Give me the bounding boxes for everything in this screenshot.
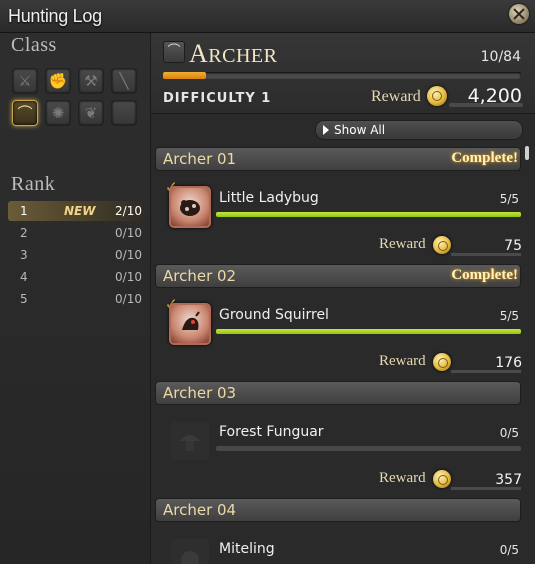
rank-row-2[interactable]: 2 0/10	[8, 223, 144, 243]
play-arrow-icon	[323, 125, 329, 135]
job-initial: A	[189, 39, 209, 68]
rank-number: 1	[20, 204, 28, 218]
thaumaturge-icon[interactable]: ✺	[45, 100, 71, 126]
mob-count: 0/5	[499, 543, 519, 557]
mob-progress-fill	[216, 329, 521, 334]
section-name: Archer 01	[163, 150, 237, 168]
rank-row-4[interactable]: 4 0/10	[8, 267, 144, 287]
empty-slot	[111, 100, 137, 126]
job-rest: RCHER	[208, 45, 278, 67]
seal-coin-icon	[427, 86, 447, 106]
close-button[interactable]	[509, 4, 529, 24]
reward-label: Reward	[379, 353, 426, 369]
seal-coin-icon	[433, 353, 451, 371]
difficulty-label: DIFFICULTY 1	[163, 91, 272, 106]
rank-number: 3	[20, 248, 28, 262]
complete-badge: Complete!	[451, 267, 518, 283]
show-all-button[interactable]: Show All	[315, 120, 523, 140]
window-title: Hunting Log	[8, 6, 102, 26]
hunt-list: Show All Archer 01 Complete! ✓ Little La…	[151, 114, 535, 564]
class-header: ⌒ ARCHER 10/84 DIFFICULTY 1 Reward 4,200	[151, 33, 535, 114]
reward-value: 75	[504, 238, 522, 254]
seal-coin-icon	[433, 470, 451, 488]
mob-name: Miteling	[219, 541, 275, 557]
rank-progress: 2/10	[115, 204, 142, 218]
reward-label: Reward	[379, 470, 426, 486]
section-name: Archer 03	[163, 384, 237, 402]
rank-row-1[interactable]: 1 NEW 2/10	[8, 201, 144, 221]
rank-progress: 0/10	[115, 270, 142, 284]
section-name: Archer 04	[163, 501, 237, 519]
mob-count: 0/5	[499, 426, 519, 440]
ladybug-icon[interactable]	[169, 186, 211, 228]
rank-progress: 0/10	[115, 248, 142, 262]
mob-count: 5/5	[499, 192, 519, 206]
mob-name: Forest Funguar	[219, 424, 324, 440]
lance-icon[interactable]: ╲	[111, 68, 137, 94]
rank-progress: 0/10	[115, 226, 142, 240]
axe-icon[interactable]: ⚒	[78, 68, 104, 94]
rank-progress: 0/10	[115, 292, 142, 306]
mob-name: Little Ladybug	[219, 190, 319, 206]
section-name: Archer 02	[163, 267, 237, 285]
mob-progress-bar	[216, 329, 521, 334]
total-progress-fill	[163, 72, 206, 79]
reward-value: 176	[495, 355, 522, 371]
rank-number: 5	[20, 292, 28, 306]
mob-name: Ground Squirrel	[219, 307, 329, 323]
squirrel-icon[interactable]	[169, 303, 211, 345]
mob-count: 5/5	[499, 309, 519, 323]
reward-label: Reward	[379, 236, 426, 252]
mob-progress-bar	[216, 446, 521, 451]
rank-row-3[interactable]: 3 0/10	[8, 245, 144, 265]
reward-value: 4,200	[467, 85, 522, 107]
rank-number: 2	[20, 226, 28, 240]
mob-progress-bar	[216, 212, 521, 217]
show-all-label: Show All	[334, 123, 386, 137]
seal-coin-icon	[433, 236, 451, 254]
section-header[interactable]: Archer 03	[155, 381, 521, 405]
left-panel: Class ⚔ ✊ ⚒ ╲ ⌒ ✺ ❦ Rank 1 NEW 2/10 2 0/…	[0, 33, 151, 564]
rank-heading: Rank	[11, 173, 56, 195]
bow-icon: ⌒	[163, 41, 185, 63]
reward-value: 357	[495, 472, 522, 488]
conjurer-icon[interactable]: ❦	[78, 100, 104, 126]
rank-number: 4	[20, 270, 28, 284]
funguar-icon[interactable]	[169, 420, 211, 462]
job-name: ARCHER	[189, 39, 277, 69]
new-badge: NEW	[64, 204, 96, 218]
sword-icon[interactable]: ⚔	[12, 68, 38, 94]
bow-icon[interactable]: ⌒	[12, 100, 38, 126]
class-heading: Class	[11, 34, 57, 56]
section-header[interactable]: Archer 01 Complete!	[155, 147, 521, 171]
section-header[interactable]: Archer 02 Complete!	[155, 264, 521, 288]
miteling-icon[interactable]	[169, 537, 211, 564]
total-progress-bar	[163, 72, 521, 79]
rank-row-5[interactable]: 5 0/10	[8, 289, 144, 309]
pugilist-icon[interactable]: ✊	[45, 68, 71, 94]
title-bar: Hunting Log	[0, 0, 535, 33]
total-progress-count: 10/84	[480, 49, 521, 65]
scrollbar[interactable]	[525, 146, 529, 160]
section-header[interactable]: Archer 04	[155, 498, 521, 522]
mob-progress-fill	[216, 212, 521, 217]
complete-badge: Complete!	[451, 150, 518, 166]
reward-label: Reward	[371, 88, 421, 105]
